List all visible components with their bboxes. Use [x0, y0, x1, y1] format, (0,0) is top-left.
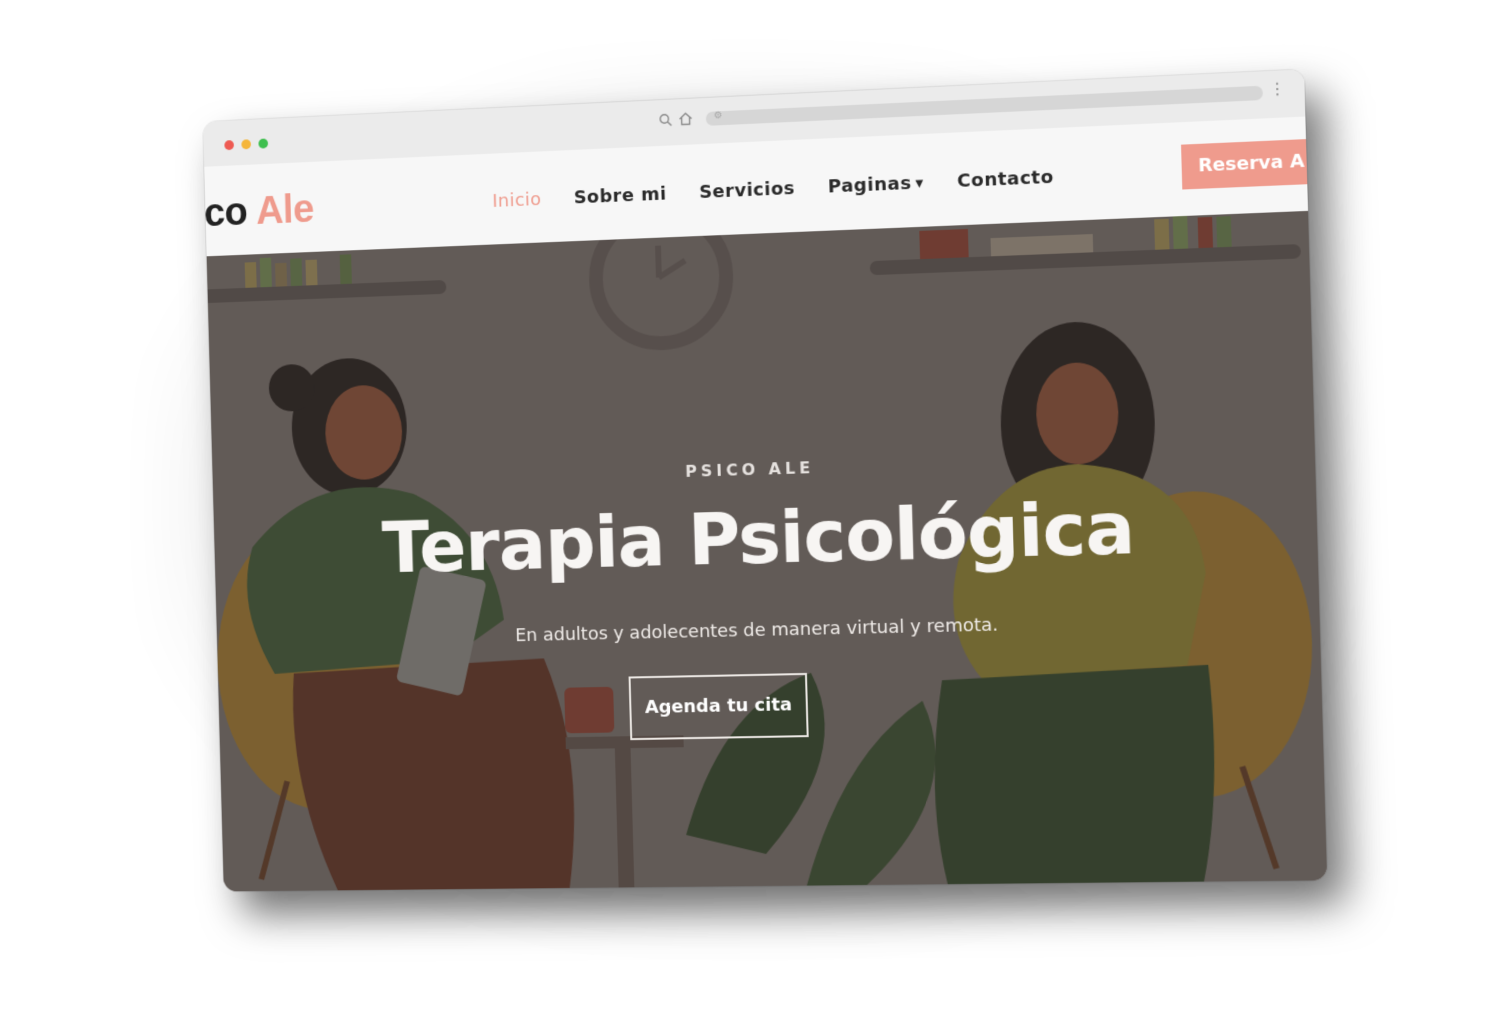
nav-item-sobre-mi[interactable]: Sobre mi [574, 184, 667, 209]
close-window-button[interactable] [224, 140, 235, 151]
home-icon[interactable] [678, 112, 693, 131]
nav-item-paginas[interactable]: Paginas ▼ [827, 172, 925, 198]
hero-section: PSICO ALE Terapia Psicológica En adultos… [206, 210, 1328, 892]
search-icon[interactable] [658, 113, 672, 132]
address-bar[interactable] [705, 85, 1264, 126]
browser-window: ⚙ ⋮ ico Ale Inicio Sobre mi Servicios Pa… [203, 69, 1328, 892]
menu-dots-icon[interactable]: ⋮ [1269, 78, 1286, 98]
main-nav: Inicio Sobre mi Servicios Paginas ▼ Conta… [492, 167, 1054, 212]
mockup-stage: ⚙ ⋮ ico Ale Inicio Sobre mi Servicios Pa… [0, 0, 1504, 1018]
reserva-button[interactable]: Reserva A [1181, 138, 1328, 190]
nav-item-inicio[interactable]: Inicio [492, 189, 542, 212]
minimize-window-button[interactable] [241, 139, 252, 150]
nav-item-servicios[interactable]: Servicios [699, 178, 795, 203]
site-settings-icon[interactable]: ⚙ [714, 110, 723, 121]
nav-item-paginas-label: Paginas [827, 172, 912, 198]
url-icons [658, 112, 693, 132]
logo-text-dark: ico [203, 190, 248, 236]
nav-item-contacto[interactable]: Contacto [957, 167, 1054, 192]
maximize-window-button[interactable] [258, 138, 269, 149]
caret-down-icon: ▼ [915, 178, 925, 190]
site-logo[interactable]: ico Ale [203, 187, 314, 236]
logo-text-accent: Ale [255, 187, 315, 233]
agenda-cita-button[interactable]: Agenda tu cita [628, 672, 809, 741]
